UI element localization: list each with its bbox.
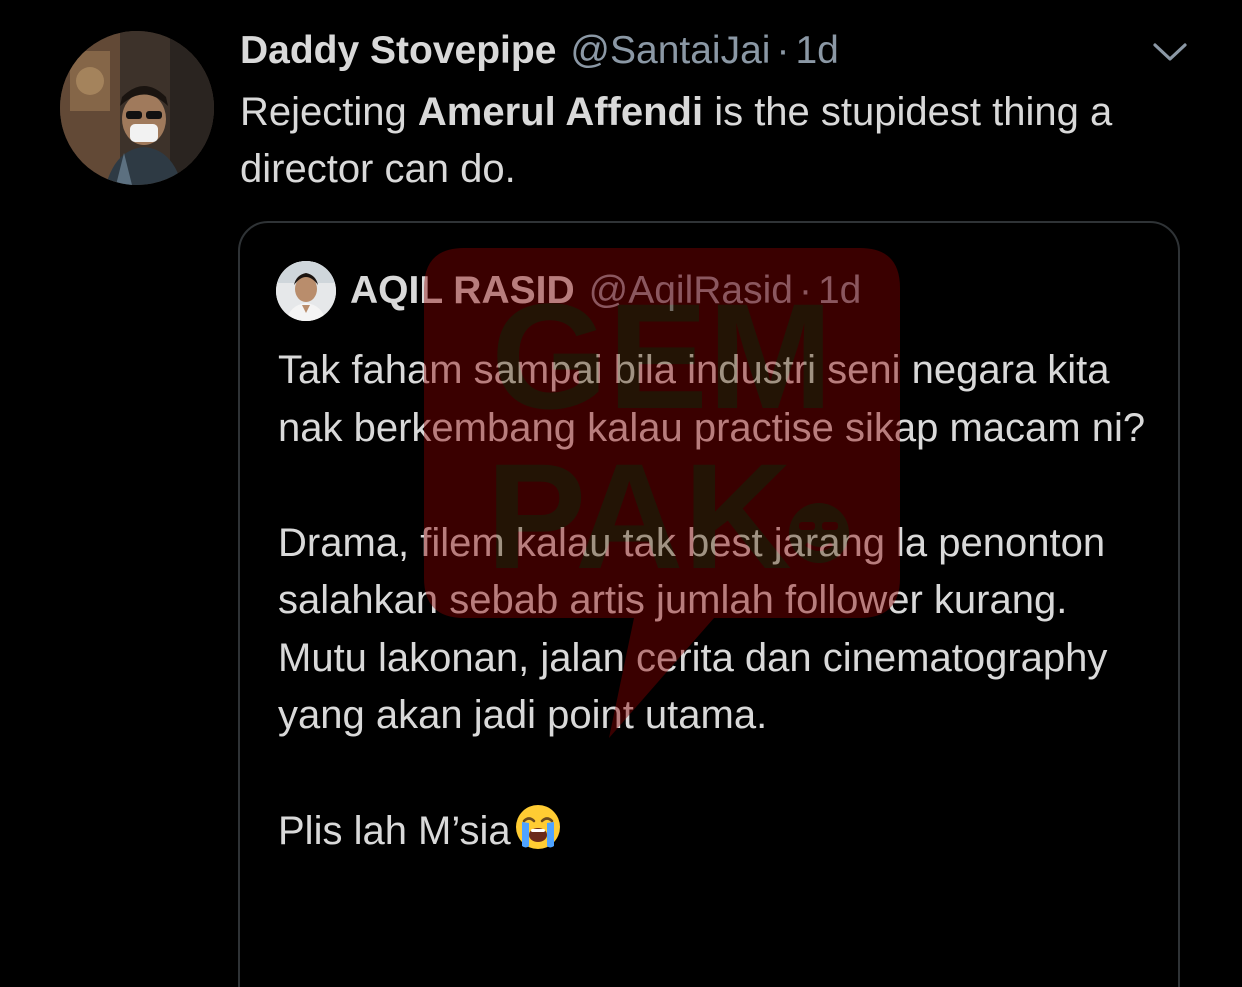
tweet-text: Rejecting Amerul Affendi is the stupides… — [240, 84, 1140, 198]
quoted-separator-dot: · — [798, 269, 812, 312]
quoted-paragraph-3-text: Plis lah M’sia — [278, 809, 511, 853]
quoted-author-handle[interactable]: @AqilRasid — [589, 269, 793, 313]
quoted-paragraph-1: Tak faham sampai bila industri seni nega… — [278, 348, 1146, 450]
user-avatar[interactable] — [60, 31, 214, 185]
tweet[interactable]: Daddy Stovepipe @SantaiJai · 1d Rejectin… — [0, 0, 1242, 987]
chevron-down-icon[interactable] — [1150, 36, 1190, 66]
quoted-author-display-name[interactable]: AQIL RASID — [350, 269, 575, 313]
mentioned-name: Amerul Affendi — [417, 90, 704, 134]
avatar-photo — [60, 31, 214, 185]
quoted-user-avatar[interactable] — [276, 261, 336, 321]
author-handle[interactable]: @SantaiJai — [570, 29, 770, 73]
loudly-crying-face-icon — [513, 802, 563, 852]
author-display-name[interactable]: Daddy Stovepipe — [240, 29, 556, 73]
quoted-tweet-text: Tak faham sampai bila industri seni nega… — [278, 342, 1158, 861]
tweet-header: Daddy Stovepipe @SantaiJai · 1d — [240, 26, 839, 76]
separator-dot: · — [776, 29, 790, 72]
quoted-tweet-timestamp: 1d — [817, 269, 862, 312]
quoted-tweet-header: AQIL RASID @AqilRasid · 1d — [350, 266, 861, 316]
quoted-paragraph-2: Drama, filem kalau tak best jarang la pe… — [278, 520, 1108, 738]
quoted-paragraph-3: Plis lah M’sia — [278, 802, 1158, 861]
tweet-text-start: Rejecting — [240, 90, 418, 134]
quoted-avatar-photo — [276, 261, 336, 321]
tweet-timestamp[interactable]: 1d — [795, 29, 838, 73]
